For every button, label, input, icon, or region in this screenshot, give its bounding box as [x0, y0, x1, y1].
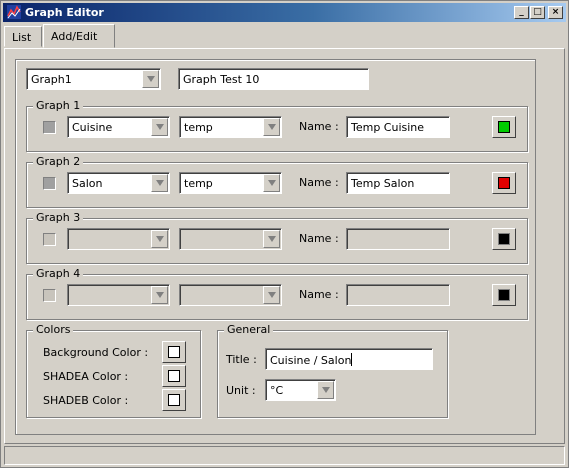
title-bar[interactable]: Graph Editor _ □ ×: [3, 3, 566, 22]
graph-1-name-value: Temp Cuisine: [351, 121, 425, 134]
graph-3-name-label: Name :: [299, 232, 339, 245]
graph-2-sensor-value: temp: [184, 177, 213, 190]
graph-3-name-field[interactable]: [346, 228, 450, 250]
graph-4-legend: Graph 4: [33, 267, 84, 280]
graph-1-group: Graph 1 Cuisine temp Name : Temp Cuisine: [26, 99, 528, 152]
graph-1-color-button[interactable]: [492, 116, 516, 138]
graph-3-color-button[interactable]: [492, 228, 516, 250]
graph-title-value: Graph Test 10: [183, 73, 260, 86]
close-button[interactable]: ×: [548, 6, 563, 19]
graph-2-name-label: Name :: [299, 176, 339, 189]
unit-label: Unit :: [226, 384, 256, 397]
color-swatch-icon: [168, 346, 180, 358]
chevron-down-icon[interactable]: [151, 174, 168, 192]
unit-select[interactable]: °C: [265, 379, 336, 401]
graph-1-room-select[interactable]: Cuisine: [67, 116, 170, 138]
tab-add-edit[interactable]: Add/Edit: [43, 24, 115, 48]
minimize-icon: _: [519, 7, 524, 17]
graph-3-enable-checkbox[interactable]: [43, 233, 56, 246]
general-group: General Title : Cuisine / Salon Unit : °…: [217, 323, 448, 418]
graph-2-sensor-select[interactable]: temp: [179, 172, 282, 194]
graph-editor-window: Graph Editor _ □ × List Add/Edit Graph1 …: [0, 0, 569, 468]
graph-2-name-field[interactable]: Temp Salon: [346, 172, 450, 194]
shadea-color-label: SHADEA Color :: [43, 370, 129, 383]
graph-1-sensor-value: temp: [184, 121, 213, 134]
chevron-down-icon[interactable]: [263, 230, 280, 248]
chevron-down-icon[interactable]: [151, 118, 168, 136]
graph-3-sensor-select[interactable]: [179, 228, 282, 250]
color-swatch-icon: [498, 121, 510, 133]
tab-list[interactable]: List: [4, 26, 42, 47]
graph-3-group: Graph 3 Name :: [26, 211, 528, 264]
tab-list-label: List: [12, 31, 32, 44]
graph-1-name-field[interactable]: Temp Cuisine: [346, 116, 450, 138]
graph-2-room-select[interactable]: Salon: [67, 172, 170, 194]
text-cursor: [351, 353, 353, 366]
graph-title-field[interactable]: Graph Test 10: [178, 68, 369, 90]
general-legend: General: [224, 323, 274, 336]
title-label: Title :: [226, 353, 257, 366]
color-swatch-icon: [168, 394, 180, 406]
graph-2-legend: Graph 2: [33, 155, 84, 168]
graph-4-group: Graph 4 Name :: [26, 267, 528, 320]
shadea-color-button[interactable]: [162, 365, 186, 387]
chevron-down-icon[interactable]: [263, 174, 280, 192]
graph-2-name-value: Temp Salon: [351, 177, 415, 190]
background-color-label: Background Color :: [43, 346, 149, 359]
minimize-button[interactable]: _: [514, 6, 529, 19]
graph-1-room-value: Cuisine: [72, 121, 113, 134]
colors-legend: Colors: [33, 323, 74, 336]
graph-2-enable-checkbox[interactable]: [43, 177, 56, 190]
app-icon: [7, 5, 21, 19]
unit-value: °C: [270, 384, 284, 397]
color-swatch-icon: [498, 177, 510, 189]
graph-1-name-label: Name :: [299, 120, 339, 133]
color-swatch-icon: [498, 233, 510, 245]
status-bar: [4, 446, 565, 465]
chevron-down-icon[interactable]: [142, 70, 159, 88]
chevron-down-icon[interactable]: [317, 381, 334, 399]
graph-3-legend: Graph 3: [33, 211, 84, 224]
shadeb-color-button[interactable]: [162, 389, 186, 411]
graph-select[interactable]: Graph1: [26, 68, 161, 90]
shadeb-color-label: SHADEB Color :: [43, 394, 129, 407]
tab-add-edit-label: Add/Edit: [51, 30, 98, 43]
chevron-down-icon[interactable]: [263, 286, 280, 304]
graph-4-name-field[interactable]: [346, 284, 450, 306]
graph-4-sensor-select[interactable]: [179, 284, 282, 306]
graph-3-room-select[interactable]: [67, 228, 170, 250]
add-edit-panel: Graph1 Graph Test 10 Graph 1 Cuisine tem…: [4, 48, 565, 444]
graph-4-room-select[interactable]: [67, 284, 170, 306]
colors-group: Colors Background Color : SHADEA Color :…: [26, 323, 201, 418]
graph-1-sensor-select[interactable]: temp: [179, 116, 282, 138]
chart-title-value: Cuisine / Salon: [270, 353, 353, 367]
graph-1-enable-checkbox[interactable]: [43, 121, 56, 134]
color-swatch-icon: [498, 289, 510, 301]
graph-1-legend: Graph 1: [33, 99, 84, 112]
chevron-down-icon[interactable]: [263, 118, 280, 136]
maximize-icon: □: [533, 7, 542, 17]
chevron-down-icon[interactable]: [151, 286, 168, 304]
graph-2-group: Graph 2 Salon temp Name : Temp Salon: [26, 155, 528, 208]
window-title: Graph Editor: [25, 6, 104, 19]
graph-4-enable-checkbox[interactable]: [43, 289, 56, 302]
graph-select-value: Graph1: [31, 73, 72, 86]
graph-4-color-button[interactable]: [492, 284, 516, 306]
editor-frame: Graph1 Graph Test 10 Graph 1 Cuisine tem…: [15, 59, 536, 435]
chevron-down-icon[interactable]: [151, 230, 168, 248]
maximize-button[interactable]: □: [530, 6, 545, 19]
color-swatch-icon: [168, 370, 180, 382]
close-icon: ×: [551, 7, 560, 17]
background-color-button[interactable]: [162, 341, 186, 363]
graph-4-name-label: Name :: [299, 288, 339, 301]
graph-2-room-value: Salon: [72, 177, 103, 190]
chart-title-field[interactable]: Cuisine / Salon: [265, 348, 433, 370]
graph-2-color-button[interactable]: [492, 172, 516, 194]
